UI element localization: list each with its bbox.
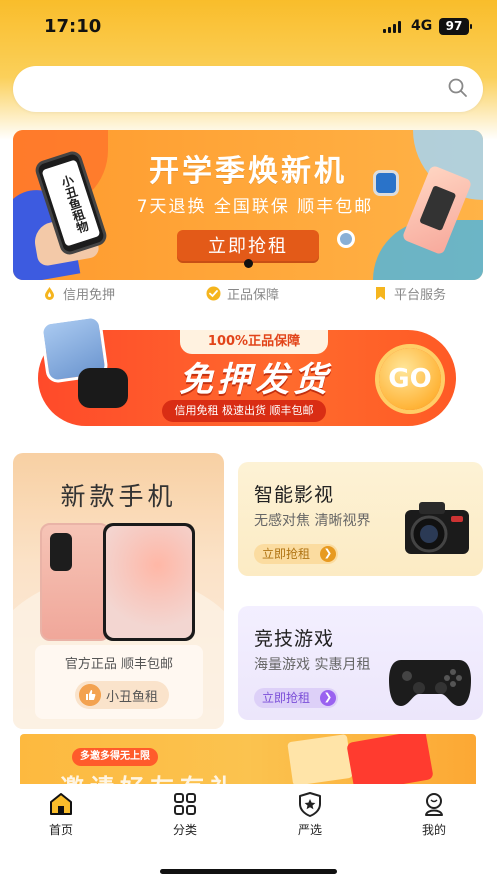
guarantee-genuine: 正品保障 [206, 284, 279, 303]
gamepad-icon [389, 660, 471, 706]
home-icon [50, 793, 72, 815]
app-screen: 17:10 4G 97 小丑鱼租物 开学季焕新机 7天退换 全国联保 顺丰包邮 … [0, 0, 497, 883]
tab-label: 我的 [421, 823, 446, 837]
search-icon[interactable] [447, 77, 469, 99]
category-card-games[interactable]: 竞技游戏 海量游戏 实惠月租 立即抢租 ❯ [238, 606, 483, 720]
card-description: 官方正品 顺丰包邮 [64, 657, 174, 672]
status-bar: 17:10 4G 97 [0, 0, 497, 54]
invite-tag: 多邀多得无上限 [72, 748, 158, 766]
earbuds-illustration [78, 368, 128, 408]
check-badge-icon [206, 286, 221, 301]
card-description: 无感对焦 清晰视界 [254, 513, 371, 529]
tab-profile[interactable]: 我的 [394, 790, 474, 838]
button-label: 立即抢租 [262, 547, 311, 561]
card-footer: 官方正品 顺丰包邮 小丑鱼租 [35, 645, 203, 719]
tab-label: 首页 [48, 823, 73, 837]
category-card-phones[interactable]: 新款手机 官方正品 顺丰包邮 小丑鱼租 [13, 453, 224, 729]
invite-title: 邀请好友有礼 [60, 768, 240, 784]
hero-banner[interactable]: 小丑鱼租物 开学季焕新机 7天退换 全国联保 顺丰包邮 立即抢租 [13, 130, 483, 280]
search-bar[interactable] [13, 66, 483, 112]
star-shield-icon [299, 792, 321, 817]
promo-go-button[interactable]: GO [379, 348, 441, 410]
card-title: 竞技游戏 [254, 628, 335, 650]
guarantee-label: 信用免押 [63, 288, 116, 303]
network-type: 4G [411, 18, 433, 34]
drop-icon [45, 287, 54, 300]
card-title: 智能影视 [254, 484, 335, 506]
phone-back-illustration [40, 523, 110, 641]
tab-label: 严选 [297, 823, 322, 837]
bookmark-icon [376, 287, 385, 300]
guarantee-row: 信用免押 正品保障 平台服务 [0, 284, 497, 308]
guarantee-label: 平台服务 [394, 288, 447, 303]
tab-home[interactable]: 首页 [21, 790, 101, 838]
game-rent-button[interactable]: 立即抢租 ❯ [254, 688, 338, 708]
grid-icon [174, 793, 196, 815]
guarantee-service: 平台服务 [373, 284, 446, 303]
chevron-right-icon: ❯ [320, 546, 336, 562]
category-card-video[interactable]: 智能影视 无感对焦 清晰视界 立即抢租 ❯ [238, 462, 483, 576]
video-rent-button[interactable]: 立即抢租 ❯ [254, 544, 338, 564]
tab-label: 分类 [172, 823, 197, 837]
chevron-right-icon: ❯ [320, 690, 336, 706]
home-indicator [160, 869, 337, 874]
card-title: 新款手机 [60, 482, 177, 511]
tab-selection[interactable]: 严选 [270, 790, 350, 838]
guarantee-label: 正品保障 [227, 288, 280, 303]
promo-genuine-label: 100%正品保障 [180, 330, 328, 354]
user-icon [425, 793, 443, 816]
promo-features: 信用免租 极速出货 顺丰包邮 [162, 400, 326, 422]
card-description: 海量游戏 实惠月租 [254, 657, 371, 673]
carousel-indicator [244, 259, 253, 268]
signal-icon [383, 21, 401, 33]
battery-level: 97 [445, 19, 463, 33]
button-label: 立即抢租 [262, 691, 311, 705]
tab-category[interactable]: 分类 [145, 790, 225, 838]
guarantee-credit: 信用免押 [42, 284, 115, 303]
battery-icon: 97 [439, 18, 472, 35]
camera-icon [405, 502, 469, 554]
thumbs-up-icon [79, 684, 101, 706]
earbud-illustration [337, 230, 355, 248]
status-time: 17:10 [44, 16, 102, 37]
invite-banner[interactable]: 多邀多得无上限 邀请好友有礼 [20, 734, 476, 784]
banner-subtitle: 7天退换 全国联保 顺丰包邮 [136, 197, 374, 217]
banner-title: 开学季焕新机 [149, 154, 347, 189]
camera-module [50, 533, 72, 571]
brand-badge: 小丑鱼租 [75, 681, 169, 709]
phone-front-illustration [103, 523, 195, 641]
banner-decoration [287, 734, 353, 784]
red-envelope-illustration [346, 734, 434, 784]
promo-title: 免押发货 [179, 360, 331, 400]
brand-label: 小丑鱼租 [106, 689, 159, 705]
